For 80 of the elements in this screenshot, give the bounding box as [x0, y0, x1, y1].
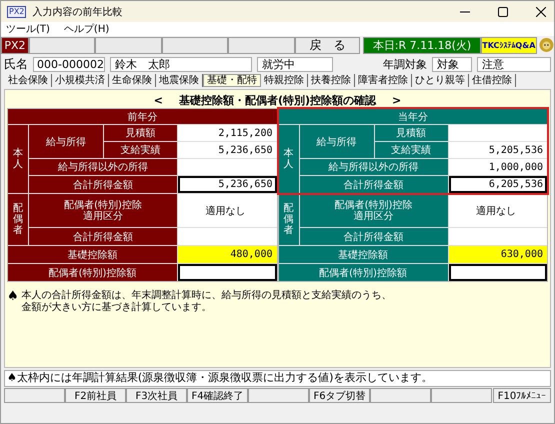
tab[interactable]: 生命保険 [109, 74, 156, 87]
blank-function-key[interactable] [4, 388, 65, 403]
section-heading: 基礎控除額・配偶者(特別)控除額の確認 [178, 92, 376, 108]
value-cell: 適用なし [448, 194, 547, 227]
row-label: 見積額 [374, 125, 448, 141]
value-cell: 2,115,200 [178, 125, 276, 141]
date-display: 本日:R 7.11.18(火) [363, 37, 481, 54]
total-cell: 6,205,536 [448, 176, 547, 193]
status-message: ♠太枠内には年調計算結果(源泉徴収簿・源泉徴収票に出力する値)を表示しています。 [4, 370, 551, 387]
function-key[interactable]: F3次社員 [126, 388, 187, 403]
total-cell: 5,236,650 [178, 176, 276, 193]
app-badge: PX2 [1, 37, 29, 54]
spade-mark: ♠ [7, 290, 19, 306]
row-label: 見積額 [104, 125, 177, 141]
tab[interactable]: 特親控除 [261, 74, 308, 87]
value-cell: 5,236,650 [178, 142, 276, 158]
tab[interactable]: 基礎・配特 [203, 74, 261, 87]
next-arrow[interactable]: > [392, 94, 402, 106]
blank-button[interactable] [162, 37, 228, 54]
blank-button[interactable] [28, 37, 96, 54]
panel-header: 当年分 [278, 109, 547, 124]
row-label: 基礎控除額 [8, 246, 177, 263]
tab[interactable]: 障害者控除 [355, 74, 412, 87]
panel-header: 前年分 [8, 109, 276, 124]
tab[interactable]: ひとり親等 [412, 74, 469, 87]
window-title: 入力内容の前年比較 [32, 6, 122, 18]
row-label: 基礎控除額 [278, 246, 448, 263]
value-cell: 適用なし [178, 194, 276, 227]
row-label: 給与所得 [29, 125, 103, 158]
app-icon: PX2 [7, 6, 26, 18]
close-icon[interactable] [536, 6, 546, 16]
row-label: 配偶者(特別)控除 適用区分 [29, 194, 177, 227]
row-label: 給与所得以外の所得 [29, 159, 177, 175]
row-label: 配偶者(特別)控除額 [278, 264, 448, 281]
value-cell: 1,000,000 [448, 159, 547, 175]
note-field[interactable]: 注意 [477, 56, 551, 72]
tab[interactable]: 扶養控除 [308, 74, 355, 87]
basic-deduction-cell: 480,000 [178, 246, 276, 263]
row-label: 支給実績 [374, 142, 448, 158]
name-label: 氏名 [4, 56, 28, 72]
menu-item[interactable]: ツール(T) [6, 22, 50, 36]
blank-button[interactable] [228, 37, 295, 54]
row-label: 合計所得金額 [300, 228, 448, 245]
blank-function-key[interactable] [370, 388, 431, 403]
employee-name-field[interactable]: 鈴木 太郎 [110, 56, 252, 72]
qa-button[interactable]: TKCｼｽﾃﾑQ&A [480, 37, 538, 54]
function-key[interactable]: F2前社員 [65, 388, 126, 403]
vertical-label: 配偶者 [278, 194, 298, 245]
adjustment-field[interactable]: 対象 [432, 56, 472, 72]
menu-item[interactable]: ヘルプ(H) [64, 22, 110, 36]
vertical-label: 配偶者 [8, 194, 28, 245]
value-cell: 5,205,536 [448, 142, 547, 158]
row-label: 配偶者(特別)控除 適用区分 [300, 194, 448, 227]
adjustment-label: 年調対象 [383, 56, 427, 72]
basic-deduction-cell: 630,000 [448, 246, 547, 263]
row-label: 支給実績 [104, 142, 177, 158]
row-label: 合計所得金額 [29, 176, 177, 193]
tab[interactable]: 小規模共済 [52, 74, 109, 87]
lion-icon[interactable] [539, 37, 554, 53]
vertical-label: 本人 [8, 125, 28, 193]
row-label: 給与所得以外の所得 [300, 159, 448, 175]
row-label: 合計所得金額 [29, 228, 177, 245]
function-key[interactable]: F4確認終了 [187, 388, 248, 403]
maximize-icon[interactable] [498, 6, 508, 16]
blank-function-key[interactable] [431, 388, 492, 403]
row-label: 合計所得金額 [300, 176, 448, 193]
previous-arrow[interactable]: < [154, 94, 163, 106]
blank-function-key[interactable] [248, 388, 309, 403]
back-button[interactable]: 戻 る [294, 37, 360, 54]
function-key[interactable]: F10ﾌﾙﾒﾆｭｰ [493, 388, 551, 403]
row-label: 配偶者(特別)控除額 [8, 264, 177, 281]
vertical-label: 本人 [278, 125, 298, 193]
function-key[interactable]: F6タブ切替 [309, 388, 370, 403]
tab[interactable]: 住借控除 [469, 74, 516, 87]
status-field[interactable]: 就労中 [257, 56, 333, 72]
note-text: 本人の合計所得金額は、年末調整計算時に、給与所得の見積額と支給実績のうち、 金額が大きい方に基づき計算しています。 [22, 290, 392, 314]
employee-code-field[interactable]: 000-000002 [33, 56, 105, 72]
tab[interactable]: 社会保険 [5, 74, 52, 87]
blank-button[interactable] [95, 37, 162, 54]
row-label: 給与所得 [300, 125, 374, 158]
